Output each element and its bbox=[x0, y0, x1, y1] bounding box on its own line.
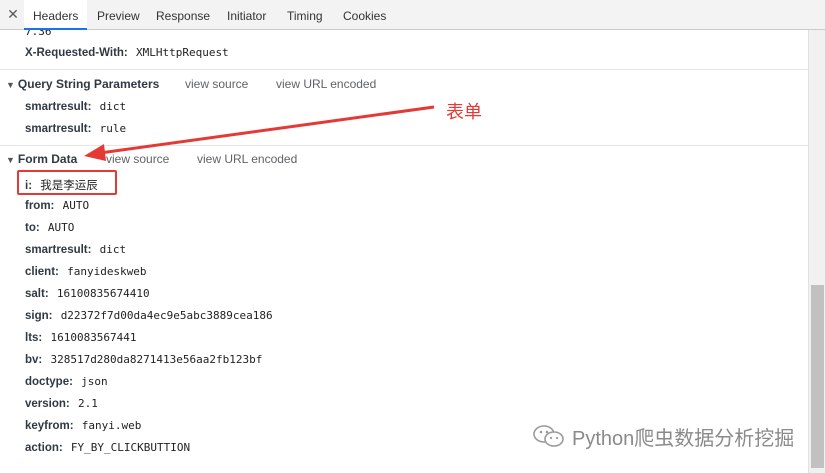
form-data-section-header[interactable]: ▼ Form Data bbox=[6, 152, 77, 166]
query-string-section-header[interactable]: ▼ Query String Parameters bbox=[6, 77, 159, 91]
tab-timing[interactable]: Timing bbox=[278, 0, 332, 30]
watermark: Python爬虫数据分析挖掘 bbox=[532, 420, 794, 452]
vertical-scrollbar[interactable] bbox=[808, 30, 825, 473]
param-value: FY_BY_CLICKBUTTION bbox=[70, 441, 191, 454]
wechat-icon bbox=[533, 425, 564, 447]
param-key: bv: bbox=[25, 354, 43, 366]
divider bbox=[0, 69, 808, 70]
form-param-row: sign: d22372f7d00da4ec9e5abc3889cea186 bbox=[25, 309, 273, 322]
devtools-tab-bar: ✕ Headers Preview Response Initiator Tim… bbox=[0, 0, 825, 30]
param-value: json bbox=[81, 375, 108, 388]
form-view-source-link[interactable]: view source bbox=[106, 152, 169, 166]
query-param-row: smartresult: rule bbox=[25, 122, 126, 135]
tab-preview[interactable]: Preview bbox=[88, 0, 149, 30]
header-key: X-Requested-With: bbox=[25, 47, 128, 59]
param-key: salt: bbox=[25, 288, 49, 300]
param-key: from: bbox=[25, 200, 55, 212]
param-key: version: bbox=[25, 398, 70, 410]
close-icon[interactable]: ✕ bbox=[4, 5, 22, 23]
header-value: XMLHttpRequest bbox=[135, 46, 229, 59]
tab-headers[interactable]: Headers bbox=[24, 0, 88, 30]
param-key: client: bbox=[25, 266, 59, 278]
headers-panel: 7.36 X-Requested-With: XMLHttpRequest ▼ Q… bbox=[0, 30, 808, 473]
form-param-row: bv: 328517d280da8271413e56aa2fb123bf bbox=[25, 353, 262, 366]
query-view-source-link[interactable]: view source bbox=[185, 77, 248, 91]
form-param-row: salt: 16100835674410 bbox=[25, 287, 150, 300]
watermark-text: Python爬虫数据分析挖掘 bbox=[572, 427, 795, 450]
partial-header-row: 7.36 bbox=[25, 30, 52, 38]
form-data-title: Form Data bbox=[17, 152, 78, 166]
param-key: sign: bbox=[25, 310, 53, 322]
param-key: doctype: bbox=[25, 376, 73, 388]
form-param-row: from: AUTO bbox=[25, 199, 89, 212]
param-key: smartresult: bbox=[25, 101, 92, 113]
collapse-triangle-icon: ▼ bbox=[6, 80, 15, 90]
tab-initiator[interactable]: Initiator bbox=[218, 0, 275, 30]
param-value: 328517d280da8271413e56aa2fb123bf bbox=[50, 353, 263, 366]
form-param-row: smartresult: dict bbox=[25, 243, 126, 256]
collapse-triangle-icon: ▼ bbox=[6, 155, 15, 165]
param-value: 16100835674410 bbox=[56, 287, 150, 300]
tab-cookies[interactable]: Cookies bbox=[334, 0, 395, 30]
param-value: 2.1 bbox=[77, 397, 98, 410]
form-view-url-encoded-link[interactable]: view URL encoded bbox=[197, 152, 297, 166]
query-string-title: Query String Parameters bbox=[17, 77, 160, 91]
param-key: smartresult: bbox=[25, 244, 92, 256]
query-param-row: smartresult: dict bbox=[25, 100, 126, 113]
param-value: rule bbox=[99, 122, 127, 135]
param-key: to: bbox=[25, 222, 40, 234]
form-param-row: version: 2.1 bbox=[25, 397, 98, 410]
param-key: lts: bbox=[25, 332, 43, 344]
param-value: 1610083567441 bbox=[50, 331, 137, 344]
form-param-row: doctype: json bbox=[25, 375, 108, 388]
param-value: fanyideskweb bbox=[67, 265, 147, 278]
partial-header-value: 7.36 bbox=[25, 30, 52, 38]
param-key: keyfrom: bbox=[25, 420, 74, 432]
param-value: AUTO bbox=[47, 221, 75, 234]
form-param-row: lts: 1610083567441 bbox=[25, 331, 137, 344]
divider bbox=[0, 145, 808, 146]
query-view-url-encoded-link[interactable]: view URL encoded bbox=[276, 77, 376, 91]
param-value: dict bbox=[99, 100, 127, 113]
param-value: fanyi.web bbox=[81, 419, 142, 432]
param-value: AUTO bbox=[62, 199, 90, 212]
scrollbar-thumb[interactable] bbox=[811, 285, 824, 468]
header-row-x-requested-with: X-Requested-With: XMLHttpRequest bbox=[25, 46, 229, 59]
form-param-row: action: FY_BY_CLICKBUTTION bbox=[25, 441, 190, 454]
param-key: action: bbox=[25, 442, 63, 454]
form-param-row: client: fanyideskweb bbox=[25, 265, 147, 278]
form-param-row: keyfrom: fanyi.web bbox=[25, 419, 141, 432]
form-param-row: to: AUTO bbox=[25, 221, 74, 234]
param-value: dict bbox=[99, 243, 127, 256]
form-field-highlight-box bbox=[17, 170, 117, 195]
param-key: smartresult: bbox=[25, 123, 92, 135]
param-value: d22372f7d00da4ec9e5abc3889cea186 bbox=[60, 309, 273, 322]
annotation-label: 表单 bbox=[446, 102, 482, 122]
tab-response[interactable]: Response bbox=[147, 0, 219, 30]
